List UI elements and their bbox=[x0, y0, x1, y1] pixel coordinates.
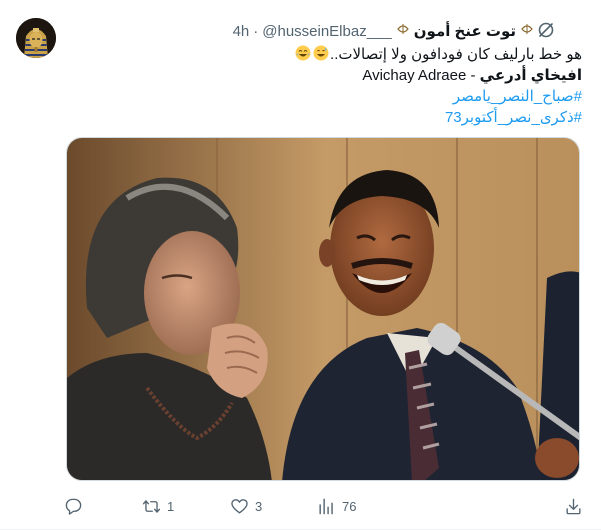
grinning-sweat-emoji-icon bbox=[313, 45, 329, 61]
tweet-line-2: افيخاي أدرعي - Avichay Adraee bbox=[72, 65, 582, 86]
tweet-text-line1: هو خط بارليف كان فودافون ولا إتصالات.. bbox=[330, 46, 582, 63]
reply-icon bbox=[65, 498, 82, 515]
views-button[interactable]: 76 bbox=[317, 493, 356, 519]
user-handle[interactable]: @husseinElbaz___ bbox=[262, 23, 391, 40]
tweet-time[interactable]: 4h bbox=[233, 23, 250, 40]
photo-image bbox=[67, 138, 579, 480]
mention-rest: - Avichay Adraee bbox=[362, 67, 476, 84]
mention-name: افيخاي أدرعي bbox=[479, 67, 582, 84]
like-button[interactable]: 3 bbox=[230, 493, 262, 519]
grok-button[interactable] bbox=[536, 20, 556, 40]
scarab-icon bbox=[396, 22, 410, 40]
tweet-header: 4h · @husseinElbaz___ توت عنخ أمون bbox=[233, 22, 534, 40]
views-icon bbox=[319, 498, 333, 514]
tweet-text: هو خط بارليف كان فودافون ولا إتصالات.. ا… bbox=[72, 44, 582, 128]
joy-emoji-icon bbox=[295, 45, 311, 61]
avatar[interactable] bbox=[16, 18, 56, 58]
action-bar: 1 3 76 bbox=[62, 493, 588, 519]
tweet-line-1: هو خط بارليف كان فودافون ولا إتصالات.. bbox=[72, 44, 582, 65]
retweet-count: 1 bbox=[167, 498, 175, 514]
display-name[interactable]: توت عنخ أمون bbox=[414, 22, 516, 40]
hashtag-2[interactable]: #ذكرى_نصر_أكتوبر73 bbox=[72, 107, 582, 128]
retweet-icon bbox=[142, 499, 161, 513]
views-count: 76 bbox=[342, 498, 357, 514]
separator-dot: · bbox=[253, 22, 259, 40]
scarab-icon bbox=[520, 22, 534, 40]
reply-button[interactable] bbox=[64, 493, 89, 519]
download-icon bbox=[566, 498, 581, 514]
heart-icon bbox=[231, 498, 248, 514]
tweet[interactable]: 4h · @husseinElbaz___ توت عنخ أمون هو خط… bbox=[0, 0, 601, 530]
like-count: 3 bbox=[255, 498, 263, 514]
grok-icon bbox=[538, 22, 554, 38]
tweet-photo[interactable] bbox=[66, 137, 580, 481]
retweet-button[interactable]: 1 bbox=[142, 493, 174, 519]
download-button[interactable] bbox=[564, 493, 583, 519]
hashtag-1[interactable]: #صباح_النصر_يامصر bbox=[72, 86, 582, 107]
